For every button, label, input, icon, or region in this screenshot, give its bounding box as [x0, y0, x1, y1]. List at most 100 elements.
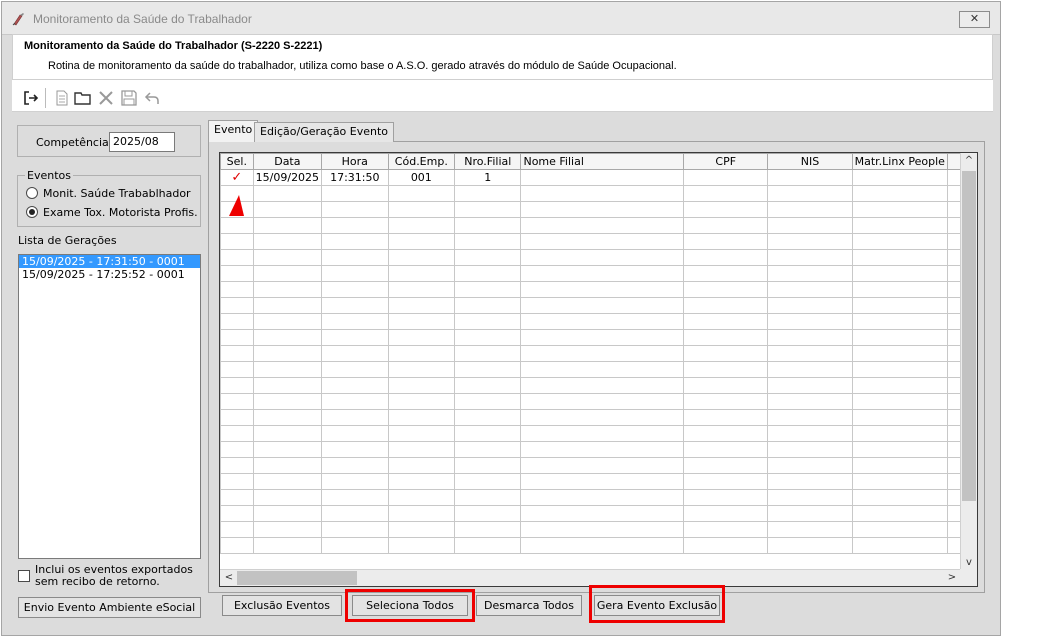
table-row[interactable] [220, 441, 977, 458]
list-item[interactable]: 15/09/2025 - 17:31:50 - 0001 [19, 255, 200, 268]
cell-nome-filial [520, 537, 685, 554]
table-row[interactable] [220, 425, 977, 442]
exit-icon[interactable] [22, 89, 40, 107]
vertical-scrollbar[interactable]: ^ v [960, 153, 977, 571]
table-row[interactable] [220, 393, 977, 410]
cell-nro-filial [454, 265, 522, 282]
table-row[interactable] [220, 265, 977, 282]
cell-sel[interactable] [220, 217, 254, 234]
cell-sel[interactable] [220, 409, 254, 426]
table-row[interactable] [220, 537, 977, 554]
tab-evento[interactable]: Evento [208, 120, 259, 142]
table-row[interactable] [220, 489, 977, 506]
tab-edicao-geracao[interactable]: Edição/Geração Evento [254, 122, 395, 142]
cell-sel[interactable] [220, 297, 254, 314]
cell-sel[interactable] [220, 313, 254, 330]
cell-nome-filial [520, 281, 685, 298]
cell-hora [321, 185, 389, 202]
cell-sel[interactable] [220, 329, 254, 346]
lista-geracoes[interactable]: 15/09/2025 - 17:31:50 - 0001 15/09/2025 … [18, 254, 201, 559]
new-document-icon[interactable] [53, 89, 71, 107]
col-header-data[interactable]: Data [252, 153, 323, 170]
cell-nro-filial [454, 377, 522, 394]
table-row[interactable] [220, 505, 977, 522]
horizontal-scrollbar[interactable]: < > [220, 569, 961, 586]
cell-sel[interactable] [220, 489, 254, 506]
open-folder-icon[interactable] [74, 89, 92, 107]
cell-data [252, 345, 323, 362]
cell-cpf [683, 281, 769, 298]
cell-sel[interactable] [220, 473, 254, 490]
col-header-nro-filial[interactable]: Nro.Filial [454, 153, 522, 170]
scroll-up-icon[interactable]: ^ [962, 154, 976, 168]
radio-button[interactable] [26, 187, 38, 199]
cell-sel[interactable] [220, 521, 254, 538]
col-header-hora[interactable]: Hora [321, 153, 389, 170]
cell-sel[interactable] [220, 537, 254, 554]
col-header-cpf[interactable]: CPF [683, 153, 769, 170]
table-row[interactable] [220, 521, 977, 538]
table-row[interactable] [220, 185, 977, 202]
cell-sel[interactable] [220, 361, 254, 378]
table-row[interactable] [220, 361, 977, 378]
cell-nro-filial [454, 505, 522, 522]
table-row[interactable] [220, 233, 977, 250]
cell-sel[interactable] [220, 377, 254, 394]
competencia-input[interactable]: 2025/08 [109, 132, 175, 152]
cell-sel[interactable] [220, 345, 254, 362]
cell-sel[interactable] [220, 457, 254, 474]
cell-sel[interactable] [220, 281, 254, 298]
vertical-scroll-thumb[interactable] [962, 171, 976, 501]
cell-sel[interactable] [220, 265, 254, 282]
cell-sel[interactable] [220, 233, 254, 250]
cell-sel[interactable]: ✓ [220, 169, 254, 186]
scroll-right-icon[interactable]: > [945, 571, 959, 585]
table-row[interactable] [220, 473, 977, 490]
close-button[interactable]: ✕ [959, 11, 990, 28]
col-header-sel[interactable]: Sel. [220, 153, 254, 170]
inclui-eventos-checkbox[interactable] [18, 570, 30, 582]
table-row[interactable] [220, 297, 977, 314]
cell-cod-emp [387, 473, 456, 490]
table-row[interactable] [220, 329, 977, 346]
undo-icon[interactable] [143, 89, 161, 107]
cell-data [252, 505, 323, 522]
horizontal-scroll-thumb[interactable] [237, 571, 357, 585]
delete-icon[interactable] [97, 89, 115, 107]
col-header-nome-filial[interactable]: Nome Filial [520, 153, 685, 170]
competencia-group: Competência 2025/08 [17, 125, 201, 157]
cell-sel[interactable] [220, 441, 254, 458]
table-row[interactable] [220, 249, 977, 266]
table-row[interactable] [220, 281, 977, 298]
cell-nome-filial [520, 217, 685, 234]
cell-sel[interactable] [220, 425, 254, 442]
col-header-matr-linx[interactable]: Matr.Linx People [851, 153, 948, 170]
scroll-left-icon[interactable]: < [222, 571, 236, 585]
table-row[interactable] [220, 201, 977, 218]
table-row[interactable] [220, 217, 977, 234]
scroll-down-icon[interactable]: v [962, 556, 976, 570]
col-header-cod-emp[interactable]: Cód.Emp. [387, 153, 456, 170]
cell-hora [321, 441, 389, 458]
desmarca-todos-button[interactable]: Desmarca Todos [476, 595, 582, 616]
table-row[interactable] [220, 313, 977, 330]
cell-data [252, 393, 323, 410]
list-item[interactable]: 15/09/2025 - 17:25:52 - 0001 [19, 268, 200, 281]
cell-data: 15/09/2025 [252, 169, 323, 186]
cell-matr [851, 345, 948, 362]
table-row[interactable] [220, 345, 977, 362]
table-row[interactable]: ✓ 15/09/2025 17:31:50 001 1 [220, 169, 977, 186]
cell-sel[interactable] [220, 393, 254, 410]
radio-button-checked[interactable] [26, 206, 38, 218]
exclusao-eventos-button[interactable]: Exclusão Eventos [222, 595, 342, 616]
save-icon[interactable] [120, 89, 138, 107]
table-row[interactable] [220, 457, 977, 474]
table-row[interactable] [220, 377, 977, 394]
inclui-eventos-option[interactable]: Inclui os eventos exportados sem recibo … [18, 564, 201, 592]
cell-sel[interactable] [220, 249, 254, 266]
cell-sel[interactable] [220, 505, 254, 522]
table-row[interactable] [220, 409, 977, 426]
col-header-nis[interactable]: NIS [767, 153, 853, 170]
envio-evento-button[interactable]: Envio Evento Ambiente eSocial [18, 597, 201, 618]
eventos-grid[interactable]: Sel. Data Hora Cód.Emp. Nro.Filial Nome … [219, 152, 978, 587]
